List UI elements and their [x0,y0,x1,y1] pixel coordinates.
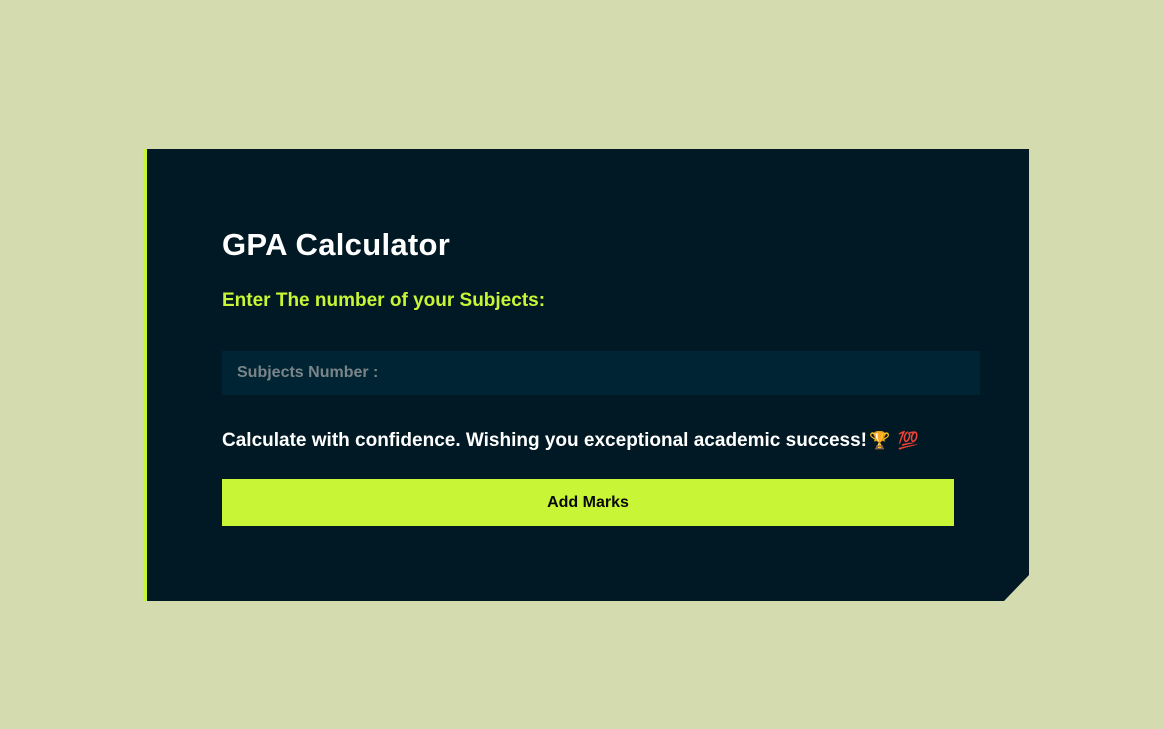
subjects-number-input[interactable] [222,351,980,395]
add-marks-button[interactable]: Add Marks [222,479,954,526]
page-title: GPA Calculator [222,227,451,262]
gpa-calculator-card: GPA Calculator Enter The number of your … [143,149,1029,601]
encouragement-message: Calculate with confidence. Wishing you e… [222,430,919,452]
encouragement-text: Calculate with confidence. Wishing you e… [222,430,867,451]
trophy-icon: 🏆 [868,431,891,451]
hundred-points-icon: 💯 [897,431,919,451]
subjects-prompt: Enter The number of your Subjects: [222,290,546,311]
